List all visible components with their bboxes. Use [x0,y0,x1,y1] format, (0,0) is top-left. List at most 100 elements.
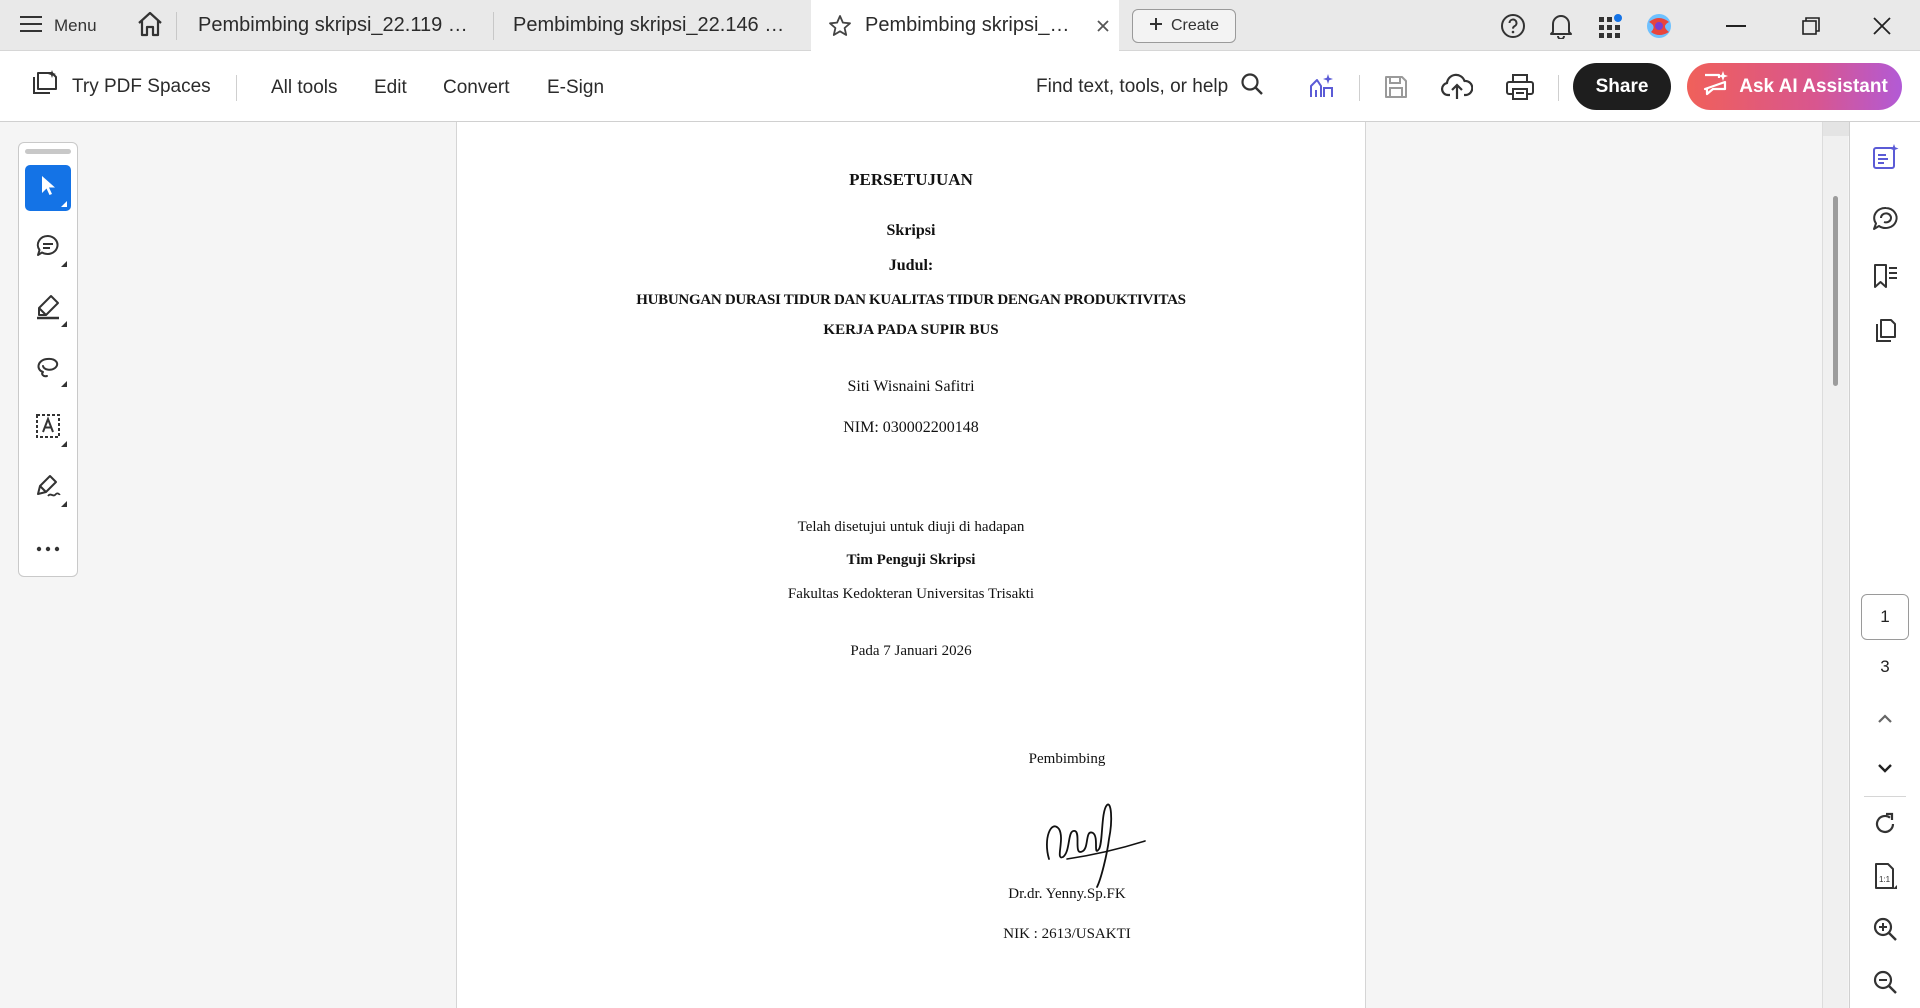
tool-options-indicator [61,381,67,387]
print-icon[interactable] [1503,70,1537,104]
cloud-upload-icon[interactable] [1440,70,1474,104]
e-sign-menu[interactable]: E-Sign [547,73,604,103]
create-button[interactable]: Create [1132,9,1236,43]
vertical-scrollbar[interactable] [1822,122,1849,1008]
ask-ai-assistant-label: Ask AI Assistant [1739,75,1888,97]
document-type: Skripsi [886,222,936,239]
menu-button[interactable]: Menu [20,10,97,42]
document-heading: PERSETUJUAN [849,170,973,189]
sign-tool-button[interactable] [25,465,71,511]
tool-options-indicator [61,441,67,447]
convert-menu[interactable]: Convert [443,73,510,103]
scroll-up-area[interactable] [1823,122,1849,136]
pdf-page[interactable]: PERSETUJUAN Skripsi Judul: HUBUNGAN DURA… [456,122,1366,1008]
zoom-out-icon[interactable] [1868,965,1902,999]
document-supervisor-name: Dr.dr. Yenny.Sp.FK [1008,886,1126,902]
zoom-in-icon[interactable] [1868,912,1902,946]
comment-tool-button[interactable] [25,225,71,271]
freehand-lasso-icon [34,352,62,385]
previous-page-icon[interactable] [1868,702,1902,736]
restore-window-icon[interactable] [1795,10,1827,42]
save-icon[interactable] [1379,70,1413,104]
try-pdf-spaces-button[interactable]: Try PDF Spaces [30,70,211,104]
next-page-icon[interactable] [1868,751,1902,785]
home-button[interactable] [134,10,166,42]
quick-tools-rail [18,142,78,577]
tool-options-indicator [61,261,67,267]
bookmarks-panel-icon[interactable] [1868,259,1902,293]
more-horizontal-icon [36,539,60,557]
tab-bar: Menu Pembimbing skripsi_22.119 Nas... Pe… [0,0,1920,51]
minimize-window-icon[interactable] [1720,10,1752,42]
plus-icon [1149,17,1163,36]
tab-separator [493,12,494,40]
document-supervisor-label: Pembimbing [1028,751,1106,767]
cursor-arrow-icon [38,174,58,203]
user-avatar-icon[interactable] [1643,10,1675,42]
toolbar-separator [1558,75,1559,101]
apps-grid-icon[interactable] [1594,10,1626,42]
share-button[interactable]: Share [1573,63,1671,110]
notification-bell-icon[interactable] [1545,10,1577,42]
document-title-line-2: KERJA PADA SUPIR BUS [823,322,999,338]
ai-tools-icon[interactable] [1304,70,1338,104]
document-title-line-1: HUBUNGAN DURASI TIDUR DAN KUALITAS TIDUR… [636,292,1186,308]
document-team: Tim Penguji Skripsi [846,552,976,568]
document-approval-line: Telah disetujui untuk diuji di hadapan [797,519,1025,535]
page-thumbnails-icon[interactable] [1868,314,1902,348]
try-pdf-spaces-label: Try PDF Spaces [72,76,211,97]
tool-options-indicator [61,501,67,507]
scroll-thumb[interactable] [1833,196,1838,386]
right-panel-rail: 1 3 1:1 [1849,122,1920,1008]
hamburger-icon [20,15,42,38]
current-page-input[interactable]: 1 [1861,594,1909,640]
rail-separator [1864,796,1906,797]
tab-separator [176,12,177,40]
tool-options-indicator [61,201,67,207]
tab-label: Pembimbing skripsi_22... [865,14,1075,36]
signature-image [1037,799,1147,889]
tab-document-1[interactable]: Pembimbing skripsi_22.119 Nas... [198,0,478,51]
tab-label: Pembimbing skripsi_22.146 Sal... [513,14,793,36]
spaces-icon [30,69,60,105]
edit-menu[interactable]: Edit [374,73,407,103]
close-tab-icon[interactable] [1093,16,1113,36]
select-tool-button[interactable] [25,165,71,211]
highlighter-icon [34,292,62,325]
home-icon [136,11,164,42]
create-label: Create [1170,17,1220,34]
help-icon[interactable] [1497,10,1529,42]
document-viewport[interactable]: PERSETUJUAN Skripsi Judul: HUBUNGAN DURA… [0,122,1850,1008]
svg-text:1:1: 1:1 [1879,875,1891,884]
tab-document-2[interactable]: Pembimbing skripsi_22.146 Sal... [513,0,793,51]
document-date: Pada 7 Januari 2026 [850,643,972,659]
rotate-view-icon[interactable] [1868,807,1902,841]
document-author: Siti Wisnaini Safitri [847,378,975,395]
total-pages: 3 [1880,657,1890,676]
document-faculty: Fakultas Kedokteran Universitas Trisakti [787,586,1035,602]
rail-drag-handle[interactable] [25,149,71,154]
comment-icon [35,233,61,264]
menu-label: Menu [54,16,97,35]
star-icon[interactable] [827,13,853,39]
search-icon [1240,72,1264,102]
ask-ai-assistant-button[interactable]: Ask AI Assistant [1687,63,1902,110]
tool-options-indicator [61,321,67,327]
more-tools-button[interactable] [25,525,71,571]
comments-panel-icon[interactable] [1868,202,1902,236]
find-search-box[interactable]: Find text, tools, or help [1036,70,1264,104]
document-supervisor-nik: NIK : 2613/USAKTI [1003,926,1131,942]
draw-tool-button[interactable] [25,345,71,391]
text-box-icon [34,412,62,445]
fit-page-icon[interactable]: 1:1 [1868,859,1902,893]
toolbar-separator [236,75,237,101]
close-window-icon[interactable] [1866,10,1898,42]
main-toolbar: Try PDF Spaces All tools Edit Convert E-… [0,51,1920,122]
toolbar-separator [1359,75,1360,101]
highlight-tool-button[interactable] [25,285,71,331]
ai-assistant-icon [1701,70,1729,104]
text-box-tool-button[interactable] [25,405,71,451]
all-tools-menu[interactable]: All tools [271,73,338,103]
tab-document-3-active[interactable]: Pembimbing skripsi_22... [811,0,1119,51]
ai-summary-icon[interactable] [1868,140,1902,174]
